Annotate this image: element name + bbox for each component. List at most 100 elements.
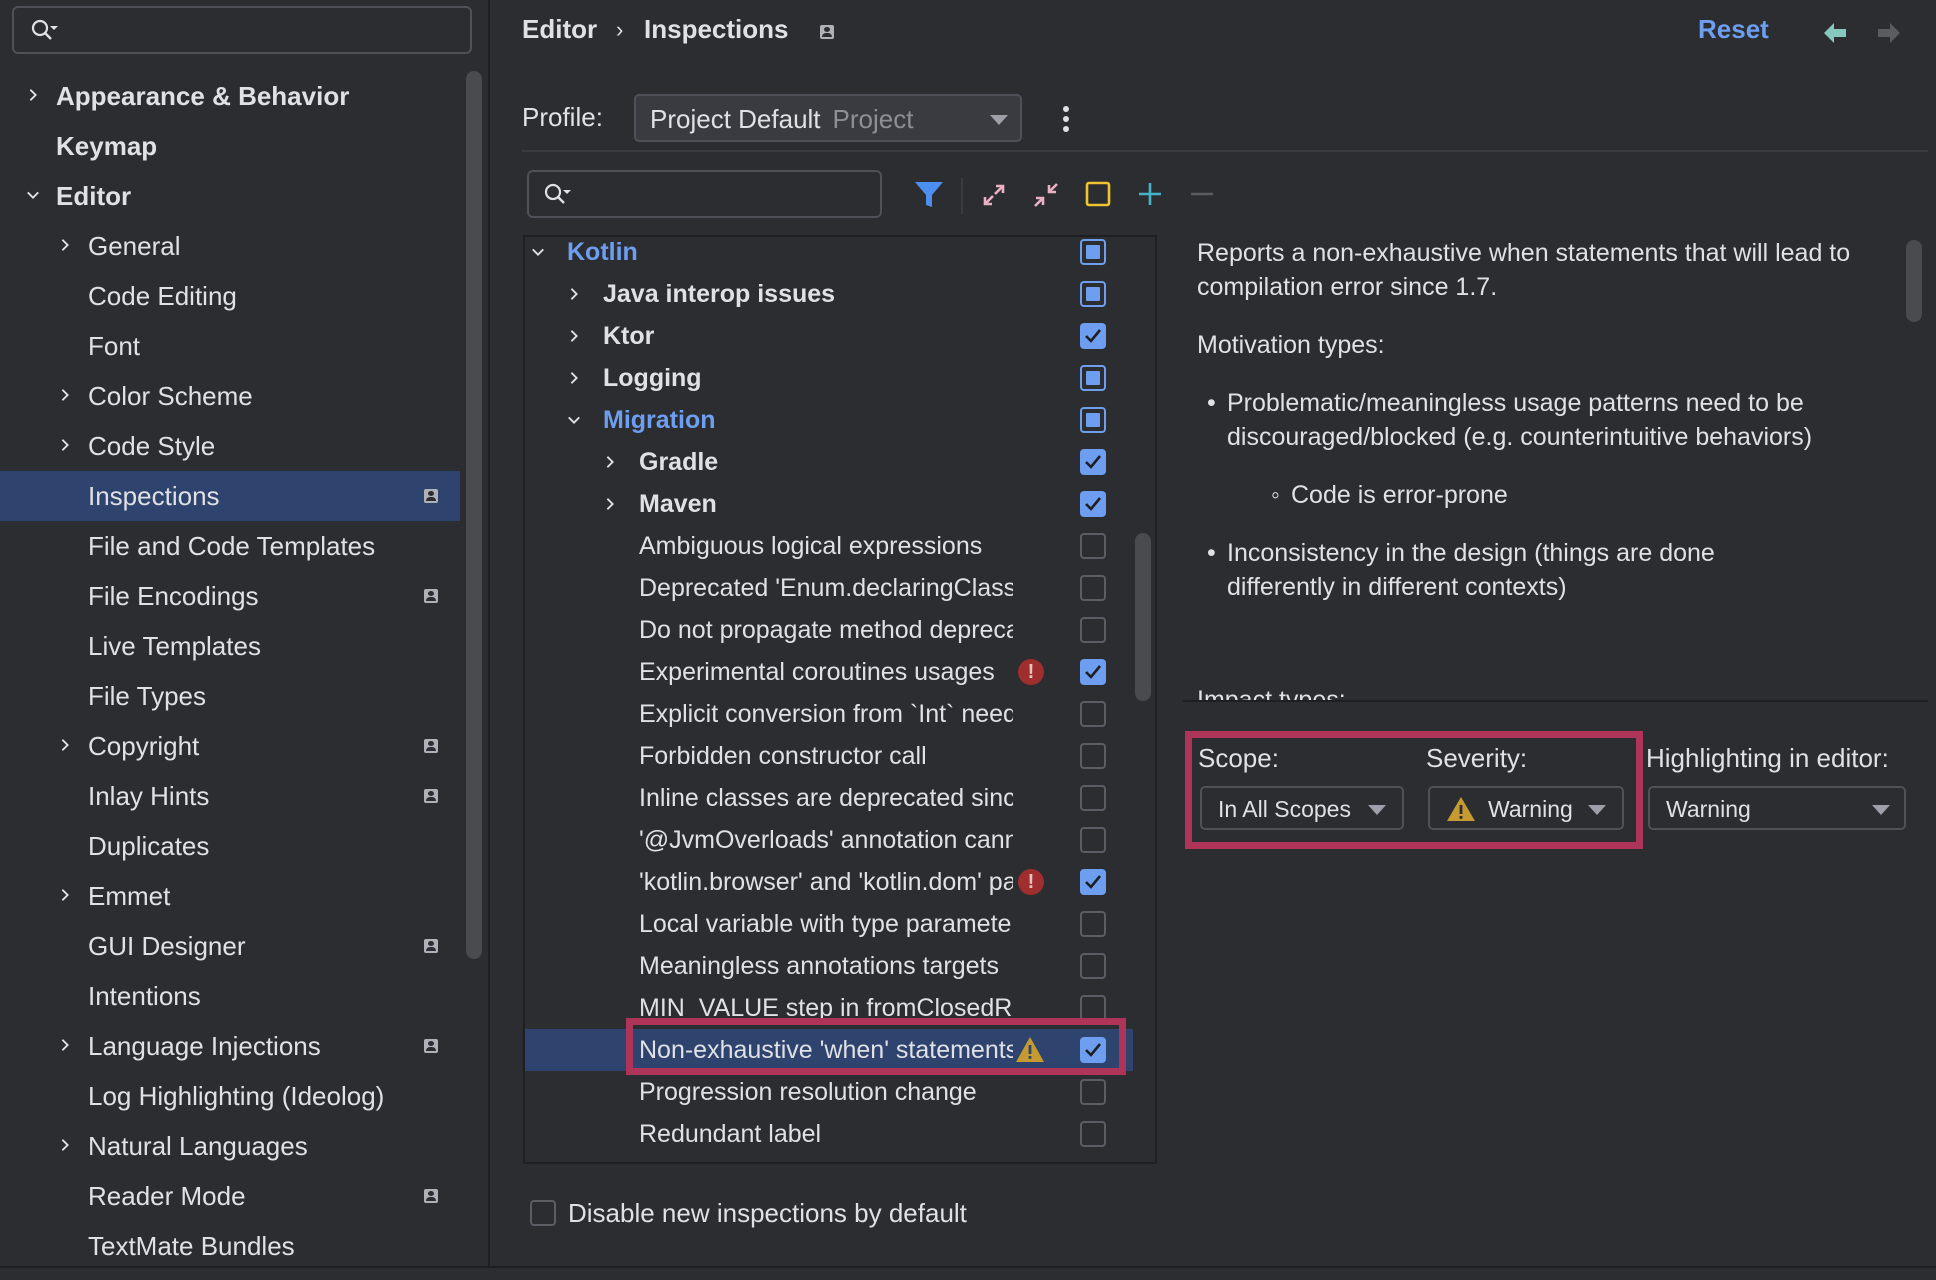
reset-to-default-icon[interactable]	[1081, 176, 1115, 212]
tree-scrollbar[interactable]	[1135, 533, 1151, 701]
sidebar-item-textmate-bundles[interactable]: TextMate Bundles	[0, 1221, 460, 1271]
tree-row[interactable]: Explicit conversion from `Int` needed	[525, 693, 1133, 735]
tree-row[interactable]: Java interop issues	[525, 273, 1133, 315]
inspection-checkbox[interactable]	[1080, 995, 1106, 1021]
inspection-checkbox[interactable]	[1080, 449, 1106, 475]
chevron-right-icon[interactable]	[58, 438, 72, 452]
chevron-right-icon[interactable]	[567, 371, 581, 385]
inspection-checkbox[interactable]	[1080, 491, 1106, 517]
tree-row[interactable]: Ambiguous logical expressions	[525, 525, 1133, 567]
tree-row[interactable]: Do not propagate method deprecation	[525, 609, 1133, 651]
inspection-checkbox[interactable]	[1080, 743, 1106, 769]
sidebar-item-log-highlighting-ideolog[interactable]: Log Highlighting (Ideolog)	[0, 1071, 460, 1121]
chevron-right-icon[interactable]	[567, 329, 581, 343]
tree-row[interactable]: Meaningless annotations targets	[525, 945, 1133, 987]
disable-new-inspections-checkbox[interactable]	[530, 1200, 556, 1226]
tree-row[interactable]: Non-exhaustive 'when' statements	[525, 1029, 1133, 1071]
tree-row[interactable]: 'kotlin.browser' and 'kotlin.dom' packag…	[525, 861, 1133, 903]
add-icon[interactable]	[1133, 176, 1167, 212]
inspection-checkbox[interactable]	[1080, 953, 1106, 979]
highlighting-dropdown[interactable]: Warning	[1648, 786, 1906, 830]
inspection-checkbox[interactable]	[1080, 1037, 1106, 1063]
collapse-all-icon[interactable]	[1029, 176, 1063, 212]
sidebar-item-code-editing[interactable]: Code Editing	[0, 271, 460, 321]
description-scrollbar[interactable]	[1906, 240, 1922, 322]
inspection-checkbox[interactable]	[1080, 617, 1106, 643]
chevron-right-icon[interactable]	[567, 287, 581, 301]
inspection-checkbox[interactable]	[1080, 911, 1106, 937]
expand-all-icon[interactable]	[977, 176, 1011, 212]
inspection-checkbox[interactable]	[1080, 1079, 1106, 1105]
tree-row[interactable]: Progression resolution change	[525, 1071, 1133, 1113]
chevron-right-icon[interactable]	[58, 738, 72, 752]
inspection-checkbox[interactable]	[1080, 365, 1106, 391]
sidebar-item-editor[interactable]: Editor	[0, 171, 460, 221]
inspection-checkbox[interactable]	[1080, 827, 1106, 853]
chevron-right-icon[interactable]	[26, 88, 40, 102]
tree-row[interactable]: MIN_VALUE step in fromClosedRange	[525, 987, 1133, 1029]
tree-row[interactable]: Maven	[525, 483, 1133, 525]
inspection-checkbox[interactable]	[1080, 323, 1106, 349]
tree-row[interactable]: Ktor	[525, 315, 1133, 357]
more-options-icon[interactable]	[1062, 106, 1070, 132]
sidebar-divider[interactable]	[488, 0, 490, 1266]
chevron-right-icon[interactable]	[58, 388, 72, 402]
sidebar-item-language-injections[interactable]: Language Injections	[0, 1021, 460, 1071]
sidebar-item-keymap[interactable]: Keymap	[0, 121, 460, 171]
sidebar-item-inlay-hints[interactable]: Inlay Hints	[0, 771, 460, 821]
chevron-down-icon[interactable]	[567, 413, 581, 427]
sidebar-item-inspections[interactable]: Inspections	[0, 471, 460, 521]
sidebar-item-file-and-code-templates[interactable]: File and Code Templates	[0, 521, 460, 571]
sidebar-item-font[interactable]: Font	[0, 321, 460, 371]
sidebar-item-reader-mode[interactable]: Reader Mode	[0, 1171, 460, 1221]
inspection-checkbox[interactable]	[1080, 1163, 1106, 1164]
chevron-right-icon[interactable]	[58, 1038, 72, 1052]
sidebar-item-duplicates[interactable]: Duplicates	[0, 821, 460, 871]
tree-row[interactable]: Logging	[525, 357, 1133, 399]
inspection-checkbox[interactable]	[1080, 869, 1106, 895]
inspection-checkbox[interactable]	[1080, 659, 1106, 685]
tree-row[interactable]: Local variable with type parameter	[525, 903, 1133, 945]
tree-row[interactable]: Experimental coroutines usages!	[525, 651, 1133, 693]
tree-row[interactable]: Kotlin	[525, 237, 1133, 273]
tree-row[interactable]: Inline classes are deprecated since 1.5	[525, 777, 1133, 819]
tree-row[interactable]: Migration	[525, 399, 1133, 441]
sidebar-item-emmet[interactable]: Emmet	[0, 871, 460, 921]
sidebar-item-code-style[interactable]: Code Style	[0, 421, 460, 471]
sidebar-item-color-scheme[interactable]: Color Scheme	[0, 371, 460, 421]
tree-row[interactable]: Gradle	[525, 441, 1133, 483]
sidebar-search-input[interactable]	[12, 6, 472, 54]
reset-link[interactable]: Reset	[1698, 14, 1769, 45]
severity-dropdown[interactable]: Warning	[1428, 786, 1624, 830]
tree-row[interactable]: '@JvmOverloads' annotation cannot be use…	[525, 819, 1133, 861]
chevron-right-icon[interactable]	[603, 455, 617, 469]
sidebar-item-file-types[interactable]: File Types	[0, 671, 460, 721]
breadcrumb-editor[interactable]: Editor	[522, 14, 597, 45]
sidebar-item-live-templates[interactable]: Live Templates	[0, 621, 460, 671]
chevron-down-icon[interactable]	[531, 245, 545, 259]
tree-row[interactable]: Forbidden constructor call	[525, 735, 1133, 777]
chevron-right-icon[interactable]	[58, 1138, 72, 1152]
disable-new-inspections-label[interactable]: Disable new inspections by default	[568, 1198, 967, 1229]
scope-dropdown[interactable]: In All Scopes	[1200, 786, 1404, 830]
tree-row[interactable]: Redundant label	[525, 1113, 1133, 1155]
tree-row[interactable]: Deprecated 'Enum.declaringClass'	[525, 567, 1133, 609]
sidebar-scrollbar[interactable]	[466, 71, 482, 959]
filter-icon[interactable]	[912, 176, 946, 212]
inspection-checkbox[interactable]	[1080, 785, 1106, 811]
sidebar-item-intentions[interactable]: Intentions	[0, 971, 460, 1021]
chevron-right-icon[interactable]	[603, 497, 617, 511]
chevron-right-icon[interactable]	[58, 238, 72, 252]
sidebar-item-general[interactable]: General	[0, 221, 460, 271]
inspection-checkbox[interactable]	[1080, 1121, 1106, 1147]
remove-icon[interactable]	[1185, 176, 1219, 212]
tree-row[interactable]: Repeated annotation which is not	[525, 1155, 1133, 1164]
inspection-checkbox[interactable]	[1080, 575, 1106, 601]
inspection-checkbox[interactable]	[1080, 701, 1106, 727]
inspection-checkbox[interactable]	[1080, 407, 1106, 433]
forward-arrow-icon[interactable]	[1876, 22, 1900, 44]
sidebar-item-natural-languages[interactable]: Natural Languages	[0, 1121, 460, 1171]
chevron-down-icon[interactable]	[26, 188, 40, 202]
chevron-right-icon[interactable]	[58, 888, 72, 902]
profile-dropdown[interactable]: Project Default Project	[634, 94, 1022, 142]
